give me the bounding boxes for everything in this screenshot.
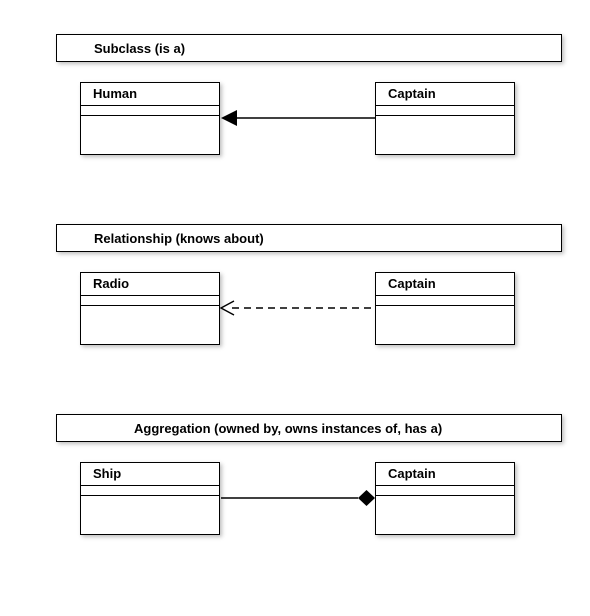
uml-operations <box>376 496 514 534</box>
uml-attributes <box>81 106 219 116</box>
uml-class-name: Captain <box>376 273 514 296</box>
uml-operations <box>376 306 514 344</box>
uml-class-left: Ship <box>80 462 220 535</box>
uml-class-right: Captain <box>375 462 515 535</box>
section-title: Relationship (knows about) <box>94 231 264 246</box>
uml-operations <box>81 116 219 154</box>
uml-attributes <box>81 486 219 496</box>
uml-class-name: Radio <box>81 273 219 296</box>
uml-attributes <box>81 296 219 306</box>
uml-class-right: Captain <box>375 272 515 345</box>
connector-relationship <box>221 301 375 315</box>
uml-class-name: Human <box>81 83 219 106</box>
uml-operations <box>376 116 514 154</box>
uml-operations <box>81 496 219 534</box>
uml-class-left: Radio <box>80 272 220 345</box>
uml-attributes <box>376 106 514 116</box>
uml-class-name: Captain <box>376 83 514 106</box>
section-title: Subclass (is a) <box>94 41 185 56</box>
uml-class-left: Human <box>80 82 220 155</box>
uml-operations <box>81 306 219 344</box>
uml-attributes <box>376 296 514 306</box>
connector-inheritance <box>221 110 375 126</box>
section-title: Aggregation (owned by, owns instances of… <box>134 421 442 436</box>
uml-class-name: Ship <box>81 463 219 486</box>
uml-attributes <box>376 486 514 496</box>
uml-class-right: Captain <box>375 82 515 155</box>
uml-class-name: Captain <box>376 463 514 486</box>
connector-aggregation <box>221 490 375 506</box>
